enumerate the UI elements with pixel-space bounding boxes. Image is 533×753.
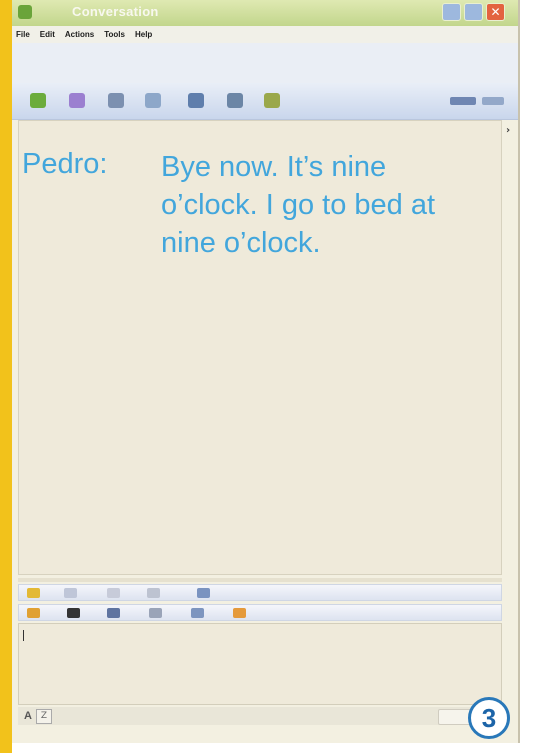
background-icon[interactable]	[191, 608, 204, 618]
yellow-accent-strip	[0, 0, 12, 753]
emoticon-face-icon[interactable]	[67, 608, 80, 618]
more-options-icon[interactable]	[482, 97, 504, 105]
format-toolbar-1	[18, 584, 502, 601]
emoticon-smile-icon[interactable]	[27, 608, 40, 618]
image-icon[interactable]	[197, 588, 210, 598]
activities-icon[interactable]	[227, 93, 243, 108]
toolbar	[12, 83, 518, 120]
send-files-icon[interactable]	[69, 93, 85, 108]
webcam-icon[interactable]	[108, 93, 124, 108]
format-toolbar-2	[18, 604, 502, 621]
call-icon[interactable]	[145, 93, 161, 108]
webcam-small-icon[interactable]	[149, 608, 162, 618]
draw-icon[interactable]	[450, 97, 476, 105]
menu-bar: File Edit Actions Tools Help	[12, 26, 518, 43]
handwriting-button[interactable]: Z	[36, 709, 52, 724]
wink-icon[interactable]	[64, 588, 77, 598]
input-bottom-bar: A Z	[18, 707, 502, 725]
emoticon-gift-icon[interactable]	[233, 608, 246, 618]
menu-edit[interactable]: Edit	[40, 30, 55, 39]
maximize-button[interactable]	[464, 3, 483, 21]
close-button[interactable]: ✕	[486, 3, 505, 21]
minimize-button[interactable]	[442, 3, 461, 21]
headset-icon[interactable]	[107, 608, 120, 618]
games-icon[interactable]	[264, 93, 280, 108]
expand-arrow-icon[interactable]: ›	[506, 125, 510, 136]
menu-actions[interactable]: Actions	[65, 30, 94, 39]
menu-tools[interactable]: Tools	[104, 30, 125, 39]
message-input[interactable]	[18, 623, 502, 705]
invite-contact-icon[interactable]	[30, 93, 46, 108]
emoticon-icon[interactable]	[27, 588, 40, 598]
window-title: Conversation	[72, 4, 159, 19]
messenger-icon	[18, 5, 32, 19]
message-speaker: Pedro:	[22, 148, 108, 180]
conversation-window: Conversation ✕ File Edit Actions Tools H…	[12, 0, 520, 743]
voice-clip-icon[interactable]	[147, 588, 160, 598]
nudge-icon[interactable]	[107, 588, 120, 598]
pane-splitter[interactable]	[18, 578, 502, 582]
menu-help[interactable]: Help	[135, 30, 152, 39]
menu-file[interactable]: File	[16, 30, 30, 39]
text-caret	[23, 630, 24, 641]
title-bar: Conversation ✕	[12, 0, 518, 26]
page-number-badge: 3	[468, 697, 510, 739]
share-folder-icon[interactable]	[188, 93, 204, 108]
font-button[interactable]: A	[24, 710, 32, 722]
message-text: Bye now. It’s nine o’clock. I go to bed …	[161, 151, 436, 259]
contact-banner	[12, 43, 518, 83]
